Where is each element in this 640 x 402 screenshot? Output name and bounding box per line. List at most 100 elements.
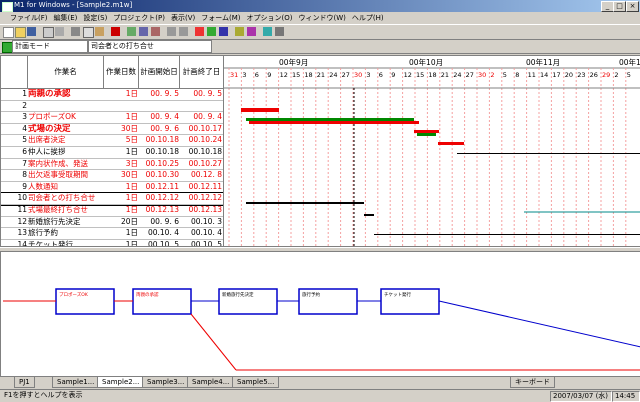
table-row[interactable]: 2 <box>1 101 223 113</box>
tab-sample1[interactable]: Sample1... <box>52 377 100 388</box>
cell-task-name: 出席者決定 <box>28 135 66 145</box>
cell-end: 00.12.13 <box>188 204 222 214</box>
gantt-day-label: 27 <box>342 71 350 79</box>
table-row[interactable]: 4 式場の決定 30日 00. 9. 6 00.10.17 <box>1 124 223 136</box>
row-number: 1 <box>22 89 27 98</box>
table-row[interactable]: 9 人数通知 1日 00.12.11 00.12.11 <box>1 182 223 194</box>
status-date: 2007/03/07 (水) <box>550 391 612 402</box>
gantt-day-label: 29 <box>602 71 610 79</box>
tab-pj1[interactable]: PJ1 <box>14 377 35 388</box>
gantt-day-label: 27 <box>466 71 474 79</box>
menu-window[interactable]: ウィンドウ(W) <box>296 12 349 24</box>
header-end[interactable]: 計画終了日 <box>180 56 223 88</box>
gantt-svg: 00年9月00年10月00年11月00年12月31369121518212427… <box>224 56 640 246</box>
zoom-out-icon[interactable] <box>179 27 188 36</box>
cell-end: 00.12. 8 <box>190 170 222 180</box>
gantt-month-label: 00年10月 <box>409 57 443 67</box>
cell-task-name: 人数通知 <box>28 181 58 191</box>
cut-icon[interactable] <box>71 27 80 36</box>
unlink-icon[interactable] <box>151 27 160 36</box>
header-row-number <box>1 56 28 88</box>
table-row[interactable]: 7 案内状作成、発送 3日 00.10.25 00.10.27 <box>1 159 223 171</box>
tab-sample3[interactable]: Sample3... <box>142 377 190 388</box>
pert-node-label: 新婚旅行先決定 <box>222 291 254 298</box>
gantt-day-label: 12 <box>280 71 288 79</box>
cell-task-name: 両親の承認 <box>28 89 71 99</box>
toolbar-mode: 計画モード 司会者との打ち合せ <box>0 39 640 54</box>
gantt-bar-normal <box>457 153 640 154</box>
help-icon[interactable] <box>275 27 284 36</box>
toolbar-main <box>0 24 640 40</box>
sort-icon[interactable] <box>247 27 256 36</box>
gantt-day-label: 9 <box>267 71 271 79</box>
table-row[interactable]: 5 出席者決定 5日 00.10.18 00.10.24 <box>1 135 223 147</box>
menu-file[interactable]: ファイル(F) <box>0 12 51 24</box>
critical-icon[interactable] <box>195 27 204 36</box>
gantt-day-label: 15 <box>292 71 300 79</box>
zoom-in-icon[interactable] <box>167 27 176 36</box>
tab-sample2[interactable]: Sample2... <box>97 377 145 388</box>
progress-icon[interactable] <box>207 27 216 36</box>
open-icon[interactable] <box>15 27 26 38</box>
paste-icon[interactable] <box>95 27 104 36</box>
table-row[interactable]: 11 式場最終打ち合せ 1日 00.12.13 00.12.13 <box>1 205 223 217</box>
cell-duration: 1日 <box>125 204 138 214</box>
menu-option[interactable]: オプション(O) <box>244 12 296 24</box>
menu-edit[interactable]: 編集(E) <box>51 12 81 24</box>
menu-view[interactable]: 表示(V) <box>168 12 198 24</box>
cell-end: 00.10. 5 <box>190 239 222 247</box>
menu-settings[interactable]: 設定(S) <box>80 12 110 24</box>
gantt-bar-critical <box>438 142 464 145</box>
copy-icon[interactable] <box>83 27 94 38</box>
cell-task-name: 出欠返事受取期間 <box>28 170 88 180</box>
chart-icon[interactable] <box>263 27 272 36</box>
table-row[interactable]: 10 司会者との打ち合せ 1日 00.12.12 00.12.12 <box>1 192 223 206</box>
close-button[interactable]: × <box>626 1 639 12</box>
task-icon[interactable] <box>127 27 136 36</box>
new-icon[interactable] <box>3 27 14 38</box>
cell-end: 00.12.11 <box>188 181 222 191</box>
link-icon[interactable] <box>139 27 148 36</box>
row-number: 4 <box>22 123 27 133</box>
menu-bar: ファイル(F) 編集(E) 設定(S) プロジェクト(P) 表示(V) フォーム(M) オプ… <box>0 12 640 24</box>
preview-icon[interactable] <box>55 27 64 36</box>
header-task-name[interactable]: 作業名 <box>28 56 104 88</box>
table-row[interactable]: 3 プロポーズOK 1日 00. 9. 4 00. 9. 4 <box>1 112 223 124</box>
calendar-icon[interactable] <box>219 27 228 36</box>
tab-sample4[interactable]: Sample4... <box>187 377 235 388</box>
gantt-day-label: 14 <box>540 71 548 79</box>
cell-duration: 1日 <box>125 146 138 156</box>
cell-end: 00.10. 4 <box>190 228 222 238</box>
cell-end: 00.10.27 <box>188 158 222 168</box>
table-row[interactable]: 14 チケット発行 1日 00.10. 5 00.10. 5 <box>1 239 223 247</box>
menu-help[interactable]: ヘルプ(H) <box>349 12 387 24</box>
menu-project[interactable]: プロジェクト(P) <box>110 12 168 24</box>
task-name-field[interactable]: 司会者との打ち合せ <box>88 40 212 53</box>
table-row[interactable]: 6 仲人に挨拶 1日 00.10.18 00.10.18 <box>1 147 223 159</box>
header-duration[interactable]: 作業日数 <box>104 56 139 88</box>
filter-icon[interactable] <box>235 27 244 36</box>
window-title: M1 for Windows - [Sample2.m1w] <box>14 1 133 9</box>
menu-form[interactable]: フォーム(M) <box>198 12 243 24</box>
row-number: 10 <box>17 193 27 203</box>
table-row[interactable]: 13 旅行予約 1日 00.10. 4 00.10. 4 <box>1 228 223 240</box>
mode-select[interactable]: 計画モード <box>12 40 88 53</box>
header-start[interactable]: 計画開始日 <box>139 56 180 88</box>
table-row[interactable]: 12 新婚旅行先決定 20日 00. 9. 6 00.10. 3 <box>1 217 223 229</box>
pert-arrow <box>438 300 640 348</box>
pert-node-label: プロポーズOK <box>59 291 89 298</box>
undo-icon[interactable] <box>111 27 120 36</box>
maximize-button[interactable]: □ <box>613 1 626 12</box>
save-icon[interactable] <box>27 27 36 36</box>
cell-duration: 3日 <box>125 158 138 168</box>
gantt-day-label: 23 <box>577 71 585 79</box>
tab-sample5[interactable]: Sample5... <box>232 377 280 388</box>
table-row[interactable]: 8 出欠返事受取期間 30日 00.10.30 00.12. 8 <box>1 170 223 182</box>
gantt-day-label: 30 <box>478 71 486 79</box>
gantt-day-label: 21 <box>317 71 325 79</box>
print-icon[interactable] <box>43 27 54 38</box>
gantt-bar-critical <box>249 121 419 124</box>
table-row[interactable]: 1 両親の承認 1日 00. 9. 5 00. 9. 5 <box>1 89 223 101</box>
cell-task-name: 旅行予約 <box>28 228 58 238</box>
gantt-day-label: 6 <box>379 71 383 79</box>
